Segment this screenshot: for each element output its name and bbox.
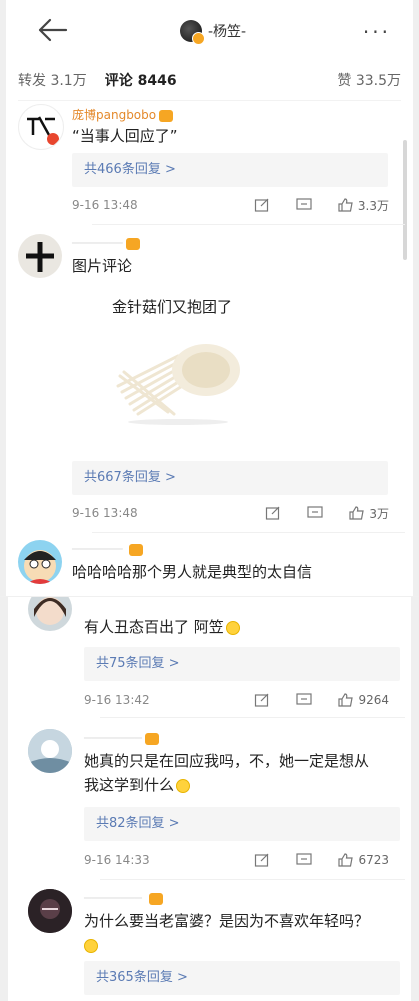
vip-crown-icon xyxy=(125,237,140,250)
repost-icon xyxy=(255,853,269,867)
right-edge xyxy=(413,0,419,596)
repost-icon xyxy=(255,693,269,707)
comment-icon xyxy=(307,506,323,518)
comment-text: “当事人回应了” xyxy=(72,127,178,145)
girl-avatar-icon xyxy=(34,597,66,625)
thumbs-up-icon xyxy=(338,198,353,212)
vip-crown-icon xyxy=(159,109,174,122)
repost-icon xyxy=(266,506,280,520)
comment-text: 为什么要当老富婆？是因为不喜欢年轻吗？ xyxy=(84,909,394,957)
comments-panel-bottom: 有人丑态百出了 阿笠 共75条回复 > 9-16 13:42 9264 ────… xyxy=(0,596,419,1001)
author-avatar xyxy=(180,20,205,45)
tab-repost[interactable]: 转发 3.1万 xyxy=(18,70,87,90)
divider xyxy=(92,224,405,225)
enoki-mushroom-image[interactable] xyxy=(108,326,248,426)
divider xyxy=(100,879,405,880)
comment-username[interactable]: 庞博pangbobo xyxy=(72,106,174,123)
vip-crown-icon xyxy=(148,892,163,905)
tab-bar: 转发 3.1万 评论 8446 赞 33.5万 xyxy=(18,60,401,101)
reply-button[interactable] xyxy=(296,853,313,867)
reply-button[interactable] xyxy=(296,198,312,212)
vip-crown-icon xyxy=(144,732,159,745)
like-button[interactable]: 3.3万 xyxy=(338,197,389,214)
like-count: 3.3万 xyxy=(357,198,389,213)
like-button[interactable]: 6723 xyxy=(338,853,389,867)
comment-time: 9-16 13:42 xyxy=(84,693,150,707)
back-arrow-icon[interactable] xyxy=(36,16,68,44)
tab-likes[interactable]: 赞 33.5万 xyxy=(337,70,401,90)
smile-emoji-icon xyxy=(84,938,98,953)
comment-username[interactable]: ──────── xyxy=(84,891,163,905)
smile-emoji-icon xyxy=(225,620,240,635)
left-edge xyxy=(0,597,8,1001)
image-caption: 金针菇们又抱团了 xyxy=(112,298,233,316)
cross-avatar-icon xyxy=(26,242,54,272)
left-edge xyxy=(0,0,6,596)
top-bar: -杨笠- ··· xyxy=(10,0,409,60)
reply-button[interactable] xyxy=(296,693,313,707)
comment-text: 有人丑态百出了 阿笠 xyxy=(84,615,394,639)
like-count: 6723 xyxy=(358,853,389,867)
smile-emoji-icon xyxy=(176,778,191,793)
comment-icon xyxy=(296,198,312,210)
comment-meta: 9-16 13:42 9264 xyxy=(84,691,389,709)
right-edge xyxy=(411,597,419,1001)
repost-button[interactable] xyxy=(254,693,270,707)
thumbs-up-icon xyxy=(338,693,354,707)
like-count: 3万 xyxy=(369,506,389,521)
post-author[interactable]: -杨笠- xyxy=(180,18,247,45)
repost-button[interactable] xyxy=(254,198,270,212)
comment-icon xyxy=(296,693,313,705)
comment-text: 图片评论 xyxy=(72,257,133,275)
comment-time: 9-16 13:48 xyxy=(72,198,138,212)
tab-comments[interactable]: 评论 8446 xyxy=(105,70,177,90)
landscape-avatar-icon xyxy=(28,729,72,773)
comment-time: 9-16 13:48 xyxy=(72,506,138,520)
scrollbar[interactable] xyxy=(403,140,407,260)
user-avatar[interactable] xyxy=(28,889,72,933)
comment-username[interactable]: ─────── xyxy=(72,236,140,250)
pangbo-logo-icon xyxy=(27,116,59,145)
view-replies-link[interactable]: 共667条回复 > xyxy=(72,461,388,495)
reply-button[interactable] xyxy=(307,506,323,520)
verified-badge-icon xyxy=(192,32,205,45)
comment-time: 9-16 14:33 xyxy=(84,853,150,867)
comment-username[interactable]: ─────── xyxy=(72,542,144,556)
user-avatar[interactable] xyxy=(28,729,72,773)
like-count: 9264 xyxy=(358,693,389,707)
cartoon-avatar-icon xyxy=(24,550,56,584)
comment-meta: 9-16 13:48 3万 xyxy=(72,504,389,522)
user-avatar[interactable] xyxy=(28,597,72,631)
dark-avatar-icon xyxy=(28,889,72,933)
page-title: -杨笠- xyxy=(208,24,247,40)
divider xyxy=(100,717,405,718)
user-avatar[interactable] xyxy=(18,540,62,584)
comments-panel-top: -杨笠- ··· 转发 3.1万 评论 8446 赞 33.5万 庞博pangb… xyxy=(0,0,419,596)
like-button[interactable]: 9264 xyxy=(338,693,389,707)
comment-text: 哈哈哈哈那个男人就是典型的太自信 xyxy=(72,563,313,581)
comment-text: 她真的只是在回应我吗，不，她一定是想从 我这学到什么 xyxy=(84,752,370,794)
repost-button[interactable] xyxy=(254,853,270,867)
comment-meta: 9-16 14:33 6723 xyxy=(84,851,389,869)
view-replies-link[interactable]: 共82条回复 > xyxy=(84,807,400,841)
repost-icon xyxy=(254,198,269,212)
view-replies-link[interactable]: 共466条回复 > xyxy=(72,153,388,187)
comment-meta: 9-16 13:48 3.3万 xyxy=(72,196,389,214)
view-replies-link[interactable]: 共365条回复 > xyxy=(84,961,400,995)
user-avatar[interactable] xyxy=(18,104,64,150)
like-button[interactable]: 3万 xyxy=(349,505,389,522)
repost-button[interactable] xyxy=(265,506,281,520)
divider xyxy=(92,532,405,533)
view-replies-link[interactable]: 共75条回复 > xyxy=(84,647,400,681)
thumbs-up-icon xyxy=(338,853,354,867)
user-avatar[interactable] xyxy=(18,234,62,278)
more-menu-icon[interactable]: ··· xyxy=(363,20,391,44)
thumbs-up-icon xyxy=(349,506,365,520)
comment-username[interactable]: ──────── xyxy=(84,731,159,745)
vip-crown-icon xyxy=(129,543,144,556)
comment-icon xyxy=(296,853,313,865)
